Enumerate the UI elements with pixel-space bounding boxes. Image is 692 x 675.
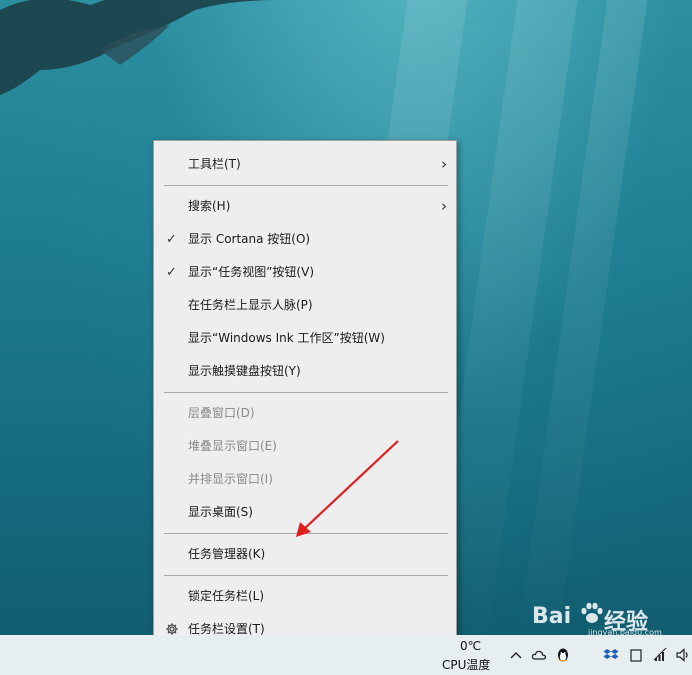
menu-item-label: 显示“任务视图”按钮(V) bbox=[188, 265, 315, 279]
menu-item-label: 任务管理器(K) bbox=[188, 547, 266, 561]
checkmark-icon: ✓ bbox=[166, 265, 177, 280]
menu-item-search[interactable]: 搜索(H) › bbox=[154, 190, 456, 223]
menu-item-lock-taskbar[interactable]: 锁定任务栏(L) bbox=[154, 580, 456, 613]
cpu-temperature-value: 0℃ bbox=[460, 639, 482, 653]
swimmer-silhouette bbox=[0, 0, 280, 95]
qq-penguin-icon[interactable] bbox=[555, 647, 571, 663]
menu-item-show-desktop[interactable]: 显示桌面(S) bbox=[154, 496, 456, 529]
menu-item-show-people[interactable]: 在任务栏上显示人脉(P) bbox=[154, 289, 456, 322]
tablet-icon[interactable] bbox=[628, 647, 644, 663]
dropbox-icon[interactable] bbox=[603, 647, 619, 663]
menu-item-label: 显示触摸键盘按钮(Y) bbox=[188, 364, 301, 378]
volume-icon[interactable] bbox=[675, 647, 691, 663]
chevron-right-icon: › bbox=[441, 155, 447, 173]
menu-item-stack-windows: 堆叠显示窗口(E) bbox=[154, 430, 456, 463]
menu-item-label: 搜索(H) bbox=[188, 199, 231, 213]
menu-item-toolbars[interactable]: 工具栏(T) › bbox=[154, 148, 456, 181]
network-icon[interactable] bbox=[652, 647, 668, 663]
taskbar[interactable]: 0℃ CPU温度 bbox=[0, 635, 692, 675]
cpu-temperature-label: CPU温度 bbox=[442, 658, 491, 672]
watermark-brand: Bai bbox=[532, 604, 572, 629]
paw-icon bbox=[581, 602, 603, 623]
menu-item-cascade-windows: 层叠窗口(D) bbox=[154, 397, 456, 430]
menu-item-label: 堆叠显示窗口(E) bbox=[188, 439, 277, 453]
taskbar-context-menu: 工具栏(T) › 搜索(H) › ✓ 显示 Cortana 按钮(O) ✓ 显示… bbox=[153, 140, 457, 654]
menu-item-label: 层叠窗口(D) bbox=[188, 406, 255, 420]
menu-separator bbox=[164, 575, 448, 576]
menu-item-windows-ink[interactable]: 显示“Windows Ink 工作区”按钮(W) bbox=[154, 322, 456, 355]
menu-item-touch-keyboard[interactable]: 显示触摸键盘按钮(Y) bbox=[154, 355, 456, 388]
menu-item-label: 显示桌面(S) bbox=[188, 505, 253, 519]
menu-separator bbox=[164, 533, 448, 534]
checkmark-icon: ✓ bbox=[166, 232, 177, 247]
menu-item-task-manager[interactable]: 任务管理器(K) bbox=[154, 538, 456, 571]
menu-item-label: 显示“Windows Ink 工作区”按钮(W) bbox=[188, 331, 385, 345]
menu-separator bbox=[164, 392, 448, 393]
baidu-jingyan-watermark: Bai 经验 jingyan.baidu.com bbox=[528, 598, 662, 640]
cloud-icon[interactable] bbox=[531, 647, 547, 663]
menu-separator bbox=[164, 185, 448, 186]
menu-item-label: 在任务栏上显示人脉(P) bbox=[188, 298, 313, 312]
menu-item-label: 并排显示窗口(I) bbox=[188, 472, 273, 486]
menu-item-label: 锁定任务栏(L) bbox=[188, 589, 265, 603]
menu-item-show-cortana[interactable]: ✓ 显示 Cortana 按钮(O) bbox=[154, 223, 456, 256]
menu-item-show-task-view[interactable]: ✓ 显示“任务视图”按钮(V) bbox=[154, 256, 456, 289]
menu-item-label: 工具栏(T) bbox=[188, 157, 241, 171]
chevron-right-icon: › bbox=[441, 197, 447, 215]
menu-item-side-by-side: 并排显示窗口(I) bbox=[154, 463, 456, 496]
watermark-url: jingyan.baidu.com bbox=[588, 628, 662, 637]
gear-icon bbox=[166, 623, 178, 635]
chevron-up-icon[interactable] bbox=[508, 647, 524, 663]
menu-item-label: 显示 Cortana 按钮(O) bbox=[188, 232, 311, 246]
